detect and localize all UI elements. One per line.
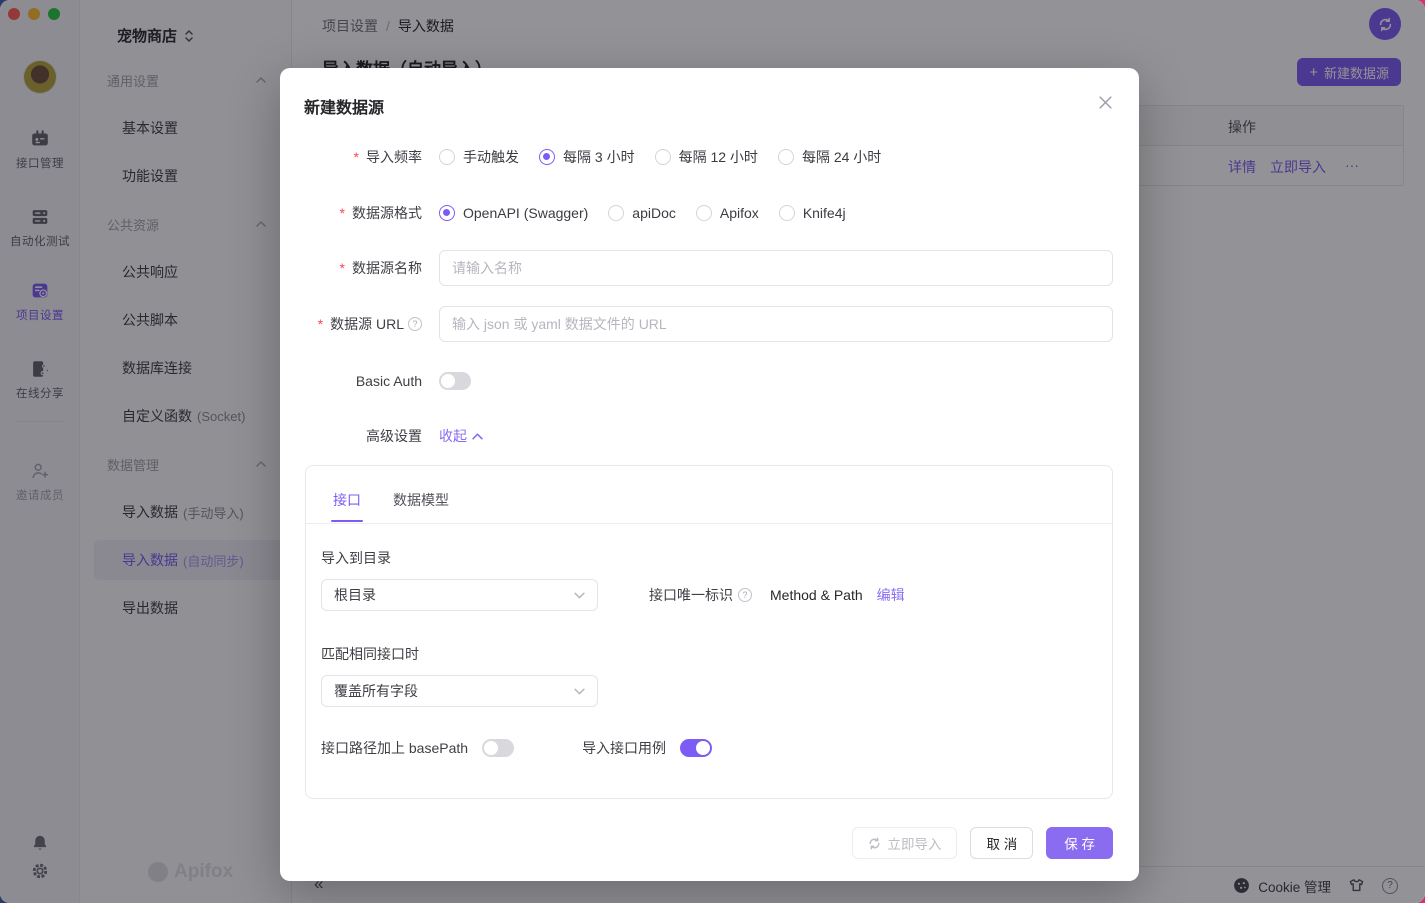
- basic-auth-toggle[interactable]: [439, 372, 471, 390]
- form-row-advanced: 高级设置 收起: [304, 426, 1113, 446]
- advanced-settings-panel: 接口 数据模型 导入到目录 根目录 接口唯一标识 ? Method & Path…: [305, 465, 1113, 799]
- radio-label: 每隔 24 小时: [801, 149, 882, 165]
- radio-apidoc[interactable]: apiDoc: [608, 205, 676, 221]
- base-path-label: 接口路径加上 basePath: [321, 740, 469, 756]
- base-path-toggle-item: 接口路径加上 basePath: [321, 738, 515, 758]
- panel-tabs: 接口 数据模型: [331, 490, 449, 522]
- frequency-label: * 导入频率: [353, 149, 422, 165]
- radio-knife4j[interactable]: Knife4j: [778, 205, 846, 221]
- form-row-url: * 数据源 URL?: [304, 306, 1113, 342]
- uid-help-icon[interactable]: ?: [738, 588, 752, 602]
- url-label: * 数据源 URL?: [304, 314, 422, 334]
- endpoint-uid-value: Method & Path: [770, 587, 863, 603]
- radio-apifox[interactable]: Apifox: [695, 205, 759, 221]
- required-asterisk: *: [317, 316, 324, 332]
- save-button[interactable]: 保 存: [1046, 827, 1113, 859]
- datasource-url-input[interactable]: [439, 306, 1113, 342]
- save-label: 保 存: [1064, 837, 1095, 852]
- chevron-down-icon: [574, 592, 585, 599]
- form-row-basic-auth: Basic Auth: [304, 371, 1113, 391]
- form-row-name: * 数据源名称: [304, 250, 1113, 286]
- radio-label: Knife4j: [802, 205, 846, 221]
- modal-title: 新建数据源: [304, 100, 385, 117]
- chevron-down-icon: [574, 688, 585, 695]
- chevron-up-icon: [472, 432, 483, 440]
- radio-manual-trigger[interactable]: 手动触发: [439, 147, 519, 167]
- name-label: * 数据源名称: [339, 260, 422, 276]
- radio-label: apiDoc: [632, 205, 676, 221]
- tabs-divider: [306, 523, 1112, 524]
- radio-every-12-hours[interactable]: 每隔 12 小时: [654, 147, 758, 167]
- radio-checked-icon: [539, 149, 555, 165]
- collapse-label: 收起: [439, 428, 467, 444]
- cancel-button[interactable]: 取 消: [970, 827, 1034, 859]
- datasource-name-input[interactable]: [439, 250, 1113, 286]
- radio-every-24-hours[interactable]: 每隔 24 小时: [777, 147, 882, 167]
- tab-endpoints[interactable]: 接口: [331, 490, 363, 522]
- panel-toggle-row: 接口路径加上 basePath 导入接口用例: [321, 732, 713, 764]
- radio-icon: [608, 205, 625, 221]
- match-mode-label: 匹配相同接口时: [321, 646, 419, 662]
- radio-icon: [777, 149, 794, 165]
- collapse-advanced-link[interactable]: 收起: [439, 426, 483, 446]
- close-icon[interactable]: [1098, 95, 1113, 110]
- radio-label: 每隔 3 小时: [563, 149, 635, 165]
- form-row-format: * 数据源格式 OpenAPI (Swagger) apiDoc Apifox K…: [304, 202, 1113, 224]
- endpoint-uid-group: 接口唯一标识 ? Method & Path 编辑: [649, 579, 905, 611]
- endpoint-uid-label: 接口唯一标识 ?: [649, 585, 752, 605]
- radio-label: 每隔 12 小时: [678, 149, 758, 165]
- import-dir-value: 根目录: [334, 587, 376, 603]
- frequency-radio-group: 手动触发 每隔 3 小时 每隔 12 小时 每隔 24 小时: [439, 147, 881, 167]
- cancel-label: 取 消: [986, 837, 1018, 852]
- import-dir-label: 导入到目录: [321, 550, 391, 566]
- radio-label: OpenAPI (Swagger): [463, 205, 589, 221]
- radio-every-3-hours[interactable]: 每隔 3 小时: [539, 147, 635, 167]
- import-cases-toggle-item: 导入接口用例: [582, 738, 713, 758]
- required-asterisk: *: [339, 260, 345, 276]
- radio-icon: [654, 149, 671, 165]
- import-now-label: 立即导入: [887, 837, 942, 852]
- import-dir-select[interactable]: 根目录: [321, 579, 598, 611]
- advanced-settings-label: 高级设置: [366, 428, 422, 444]
- radio-icon: [439, 149, 455, 165]
- import-cases-toggle[interactable]: [680, 739, 713, 757]
- match-mode-value: 覆盖所有字段: [334, 683, 418, 699]
- radio-openapi-swagger[interactable]: OpenAPI (Swagger): [439, 205, 588, 221]
- tab-data-models[interactable]: 数据模型: [393, 490, 449, 522]
- required-asterisk: *: [339, 205, 345, 221]
- radio-icon: [778, 205, 795, 221]
- required-asterisk: *: [353, 149, 359, 165]
- format-label: * 数据源格式: [339, 205, 422, 221]
- import-cases-label: 导入接口用例: [582, 740, 667, 756]
- match-mode-select[interactable]: 覆盖所有字段: [321, 675, 598, 707]
- radio-checked-icon: [439, 205, 455, 221]
- base-path-toggle[interactable]: [482, 739, 515, 757]
- modal-footer: 立即导入 取 消 保 存: [852, 827, 1113, 859]
- radio-label: Apifox: [719, 205, 759, 221]
- radio-label: 手动触发: [463, 149, 519, 165]
- radio-icon: [695, 205, 712, 221]
- basic-auth-label: Basic Auth: [355, 373, 422, 389]
- app-window: 接口管理 自动化测试 项目设置 在线分享 邀请成员 宠物商店 通用设置 基本设置…: [0, 0, 1425, 903]
- url-help-icon[interactable]: ?: [408, 317, 422, 331]
- form-row-frequency: * 导入频率 手动触发 每隔 3 小时 每隔 12 小时 每隔 24 小时: [304, 146, 1113, 168]
- new-datasource-modal: 新建数据源 * 导入频率 手动触发 每隔 3 小时 每隔 12 小时 每隔 24 …: [280, 68, 1139, 881]
- uid-edit-link[interactable]: 编辑: [877, 585, 905, 605]
- sync-icon: [868, 837, 881, 850]
- import-now-button[interactable]: 立即导入: [852, 827, 958, 859]
- format-radio-group: OpenAPI (Swagger) apiDoc Apifox Knife4j: [439, 205, 846, 221]
